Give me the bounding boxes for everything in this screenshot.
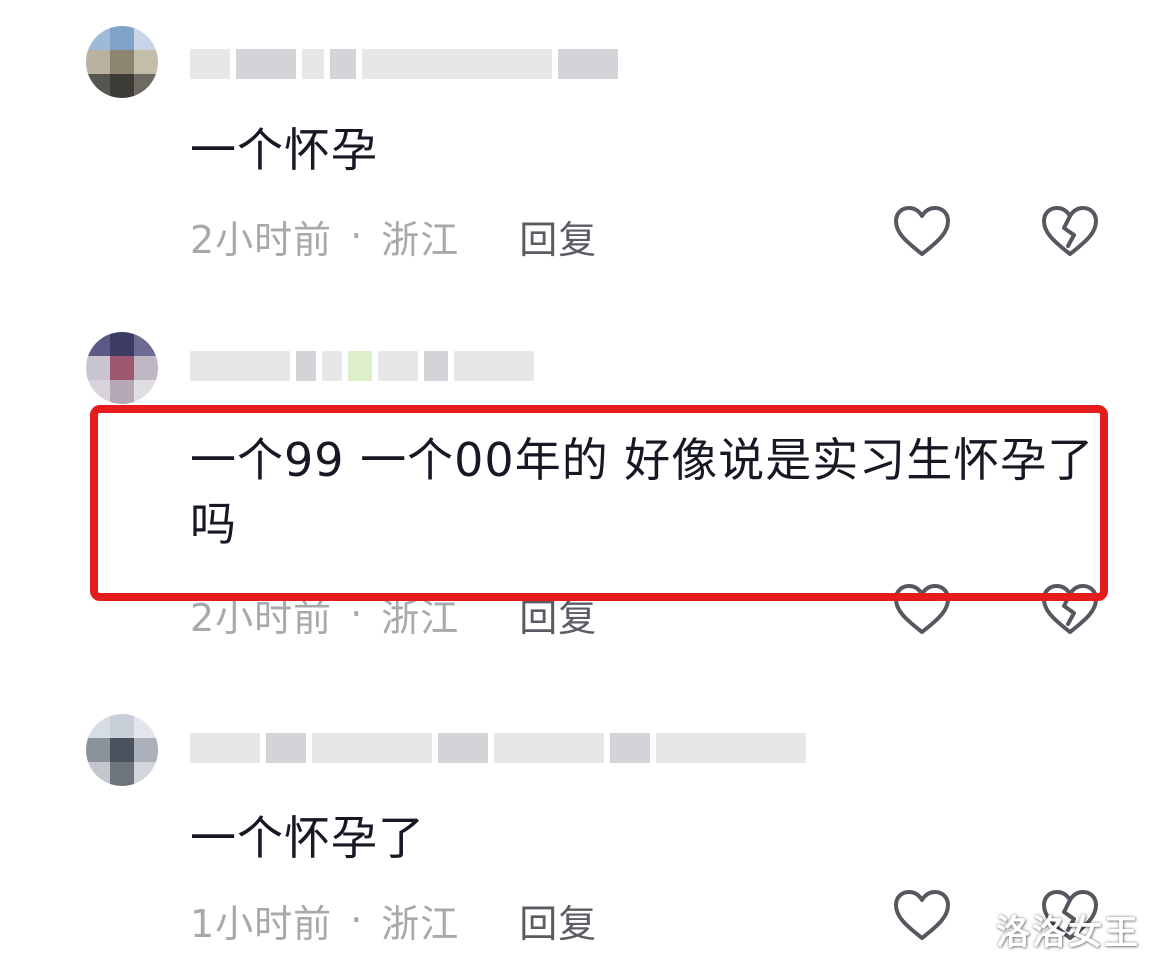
comment-location: 浙江 — [381, 217, 460, 262]
comment-time: 1小时前 — [190, 901, 333, 946]
heart-icon[interactable] — [892, 888, 952, 944]
avatar[interactable] — [86, 26, 158, 98]
username-blurred[interactable] — [190, 726, 806, 770]
meta-separator: · — [350, 214, 364, 258]
comment-time: 2小时前 — [190, 217, 333, 262]
username-blurred[interactable] — [190, 42, 618, 86]
heart-icon[interactable] — [892, 204, 952, 260]
comment-meta: 1小时前 · 浙江 回复 — [190, 890, 597, 950]
username-blurred[interactable] — [190, 344, 534, 388]
watermark: 洛洛女王 — [996, 913, 1140, 953]
comment-text: 一个怀孕了 — [190, 811, 425, 865]
comment-location: 浙江 — [381, 901, 460, 946]
comment-item-3: 一个怀孕了 1小时前 · 浙江 回复 — [0, 680, 1160, 976]
comment-meta: 2小时前 · 浙江 回复 — [190, 206, 597, 266]
avatar[interactable] — [86, 332, 158, 404]
broken-heart-icon[interactable] — [1040, 204, 1100, 260]
comment-text: 一个怀孕 — [190, 123, 378, 177]
comment-item-1: 一个怀孕 2小时前 · 浙江 回复 — [0, 0, 1160, 300]
reply-button[interactable]: 回复 — [519, 209, 597, 264]
highlight-box — [90, 405, 1108, 601]
meta-separator: · — [350, 898, 364, 942]
reply-button[interactable]: 回复 — [519, 893, 597, 948]
avatar[interactable] — [86, 714, 158, 786]
